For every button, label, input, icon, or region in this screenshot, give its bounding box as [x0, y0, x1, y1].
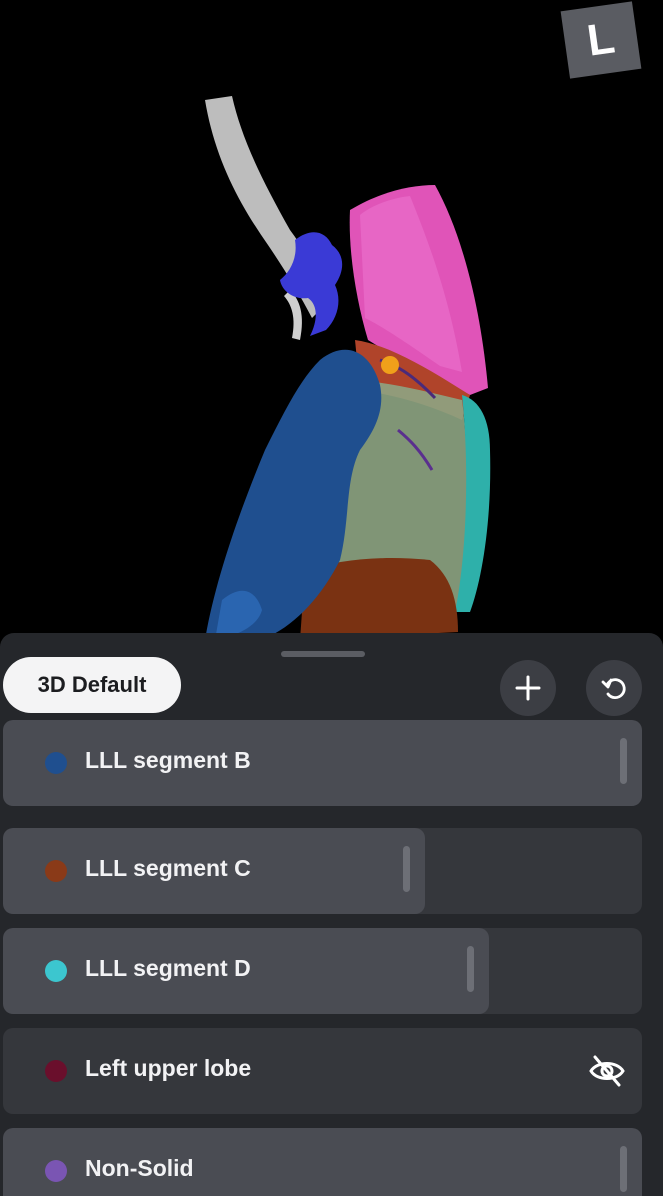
- segment-row-lll-segment-d[interactable]: LLL segment D: [3, 928, 642, 1014]
- 3d-viewport[interactable]: L: [0, 0, 663, 640]
- segment-label: Left upper lobe: [85, 1055, 252, 1081]
- segment-label: LLL segment D: [85, 955, 251, 981]
- opacity-slider-handle[interactable]: [620, 1146, 627, 1192]
- segment-color-dot: [45, 960, 67, 982]
- segment-color-dot: [45, 752, 67, 774]
- segment-row-lll-segment-b[interactable]: LLL segment B: [3, 720, 642, 806]
- lung-3d-render: [205, 96, 491, 640]
- add-button[interactable]: [500, 660, 556, 716]
- opacity-slider-handle[interactable]: [467, 946, 474, 992]
- orientation-badge: L: [560, 1, 642, 79]
- segment-label: LLL segment C: [85, 855, 251, 881]
- segment-label: LLL segment B: [85, 747, 251, 773]
- segment-list[interactable]: LLL segment B LLL segment C LLL segment …: [0, 720, 663, 1196]
- drag-handle[interactable]: [281, 651, 365, 657]
- opacity-slider-handle[interactable]: [620, 738, 627, 784]
- plus-icon: [515, 675, 541, 701]
- eye-off-icon[interactable]: [587, 1053, 627, 1089]
- segment-color-dot: [45, 1160, 67, 1182]
- preset-button[interactable]: 3D Default: [3, 657, 181, 713]
- segment-row-left-upper-lobe[interactable]: Left upper lobe: [3, 1028, 642, 1114]
- reset-button[interactable]: [586, 660, 642, 716]
- rotate-ccw-icon: [601, 678, 626, 699]
- segment-color-dot: [45, 1060, 67, 1082]
- layers-panel: 3D Default LLL segment B LLL segment C L…: [0, 633, 663, 1196]
- segment-row-non-solid[interactable]: Non-Solid: [3, 1128, 642, 1196]
- segment-color-dot: [45, 860, 67, 882]
- segment-row-lll-segment-c[interactable]: LLL segment C: [3, 828, 642, 914]
- segment-label: Non-Solid: [85, 1155, 194, 1181]
- opacity-slider-handle[interactable]: [403, 846, 410, 892]
